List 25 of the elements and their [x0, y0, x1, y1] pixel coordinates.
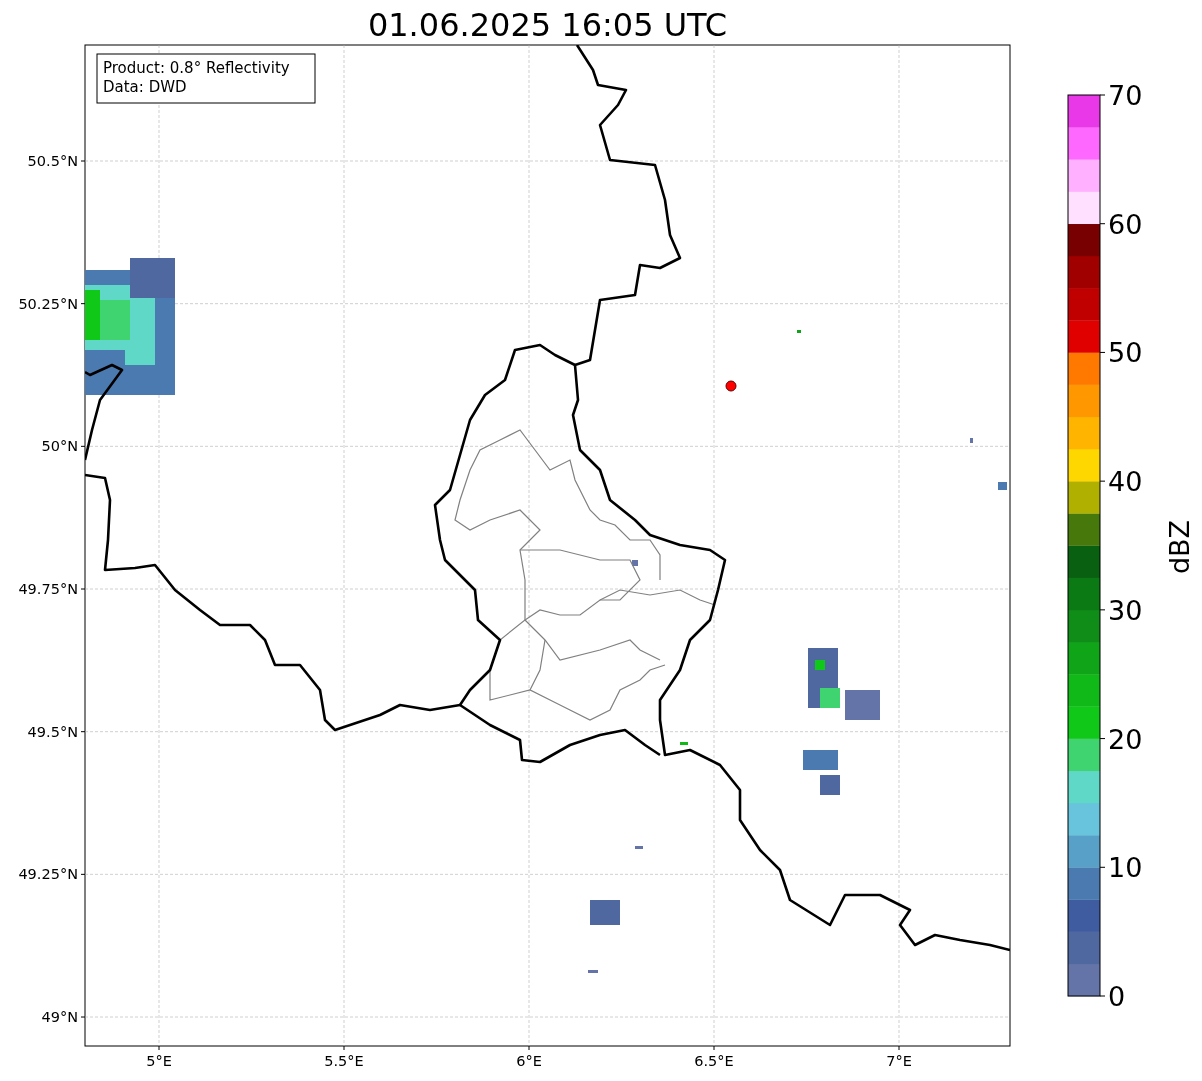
- colorbar-tick-label: 50: [1108, 337, 1143, 369]
- colorbar-tick-label: 70: [1108, 80, 1143, 111]
- legend-text: Product: 0.8° Reflectivity: [103, 59, 290, 77]
- axis-tick-label: 50.25°N: [18, 295, 78, 312]
- colorbar-tick-label: 10: [1108, 852, 1143, 884]
- colorbar-tick-label: 0: [1108, 981, 1126, 1012]
- chart-title: 01.06.2025 16:05 UTC: [367, 6, 728, 44]
- axis-tick-label: 5.5°E: [324, 1053, 364, 1069]
- colorbar-tick-label: 30: [1108, 594, 1143, 626]
- radar-site-marker: [725, 380, 737, 392]
- axis-tick-label: 50°N: [41, 438, 78, 455]
- axis-tick-label: 49.75°N: [18, 581, 78, 597]
- axis-tick-label: 5°E: [146, 1053, 172, 1069]
- colorbar-tick-label: 40: [1108, 466, 1143, 498]
- axis-tick-label: 6°E: [516, 1053, 542, 1069]
- axis-tick-label: 49.25°N: [18, 866, 78, 883]
- axis-tick-label: 49°N: [41, 1009, 78, 1025]
- axis-tick-label: 50.5°N: [27, 153, 78, 169]
- axis-tick-label: 7°E: [886, 1053, 912, 1069]
- colorbar-tick-label: 60: [1108, 208, 1143, 240]
- colorbar-tick-label: 20: [1108, 723, 1143, 755]
- axis-tick-label: 49.5°N: [27, 723, 78, 740]
- colorbar-label: dBZ: [1164, 519, 1195, 575]
- axis-tick-label: 6.5°E: [694, 1053, 734, 1069]
- legend-text: Data: DWD: [103, 78, 187, 96]
